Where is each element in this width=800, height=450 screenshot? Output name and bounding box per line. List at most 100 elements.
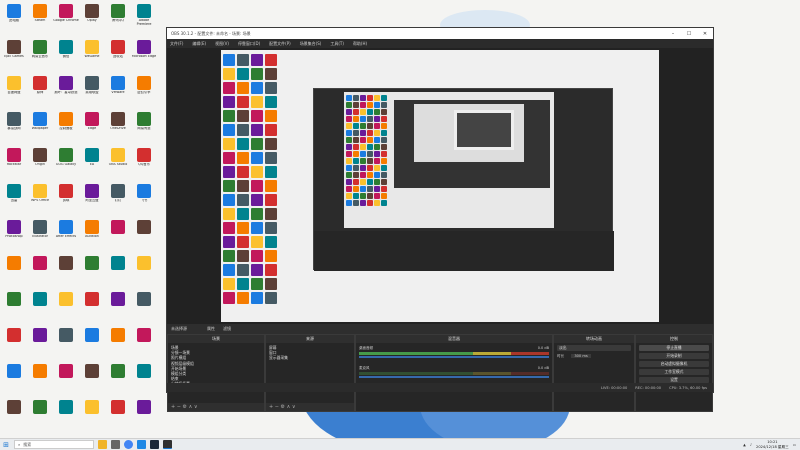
desktop-shortcut[interactable] (2, 326, 26, 359)
desktop-shortcut[interactable] (80, 254, 104, 287)
desktop-shortcut[interactable] (2, 254, 26, 287)
desktop-shortcut[interactable]: 原神 (28, 74, 52, 107)
desktop-shortcut[interactable] (28, 362, 52, 395)
taskbar-app-icon[interactable] (98, 440, 107, 449)
desktop-shortcut[interactable]: Edge (80, 110, 104, 143)
windows-start-icon[interactable]: ⊞ (0, 441, 12, 449)
desktop-shortcut[interactable] (106, 326, 130, 359)
desktop-shortcut[interactable]: 飞书 (132, 182, 156, 215)
desktop-shortcut[interactable]: 网易云音乐 (28, 38, 52, 71)
system-clock[interactable]: 10:21 2024/12/18 星期三 (756, 440, 789, 448)
properties-button[interactable]: 属性 (207, 326, 215, 332)
desktop-shortcut[interactable]: 控制面板 (54, 110, 78, 143)
desktop-shortcut[interactable]: Google Chrome (53, 2, 79, 35)
desktop-shortcut[interactable] (28, 326, 52, 359)
taskbar-search-box[interactable]: ⌕ 搜索 (14, 440, 94, 449)
task-view-icon[interactable] (111, 440, 120, 449)
desktop-shortcut[interactable]: GOG Galaxy (54, 146, 78, 179)
desktop-shortcut[interactable] (132, 218, 156, 251)
duration-input[interactable]: 300 ms (571, 354, 591, 358)
desktop-shortcut[interactable] (54, 362, 78, 395)
stop-streaming-button[interactable]: 停止直播 (639, 345, 709, 351)
desktop-shortcut[interactable]: Illustrator (28, 218, 52, 251)
desktop-shortcut[interactable]: WeGame (80, 38, 104, 71)
desktop-shortcut[interactable] (2, 398, 26, 431)
desktop-shortcut[interactable]: 百度网盘 (2, 74, 26, 107)
desktop-shortcut[interactable] (2, 362, 26, 395)
desktop-shortcut[interactable]: After Effects (54, 218, 78, 251)
volume-slider[interactable] (359, 356, 549, 358)
desktop-shortcut[interactable] (132, 326, 156, 359)
desktop-shortcut[interactable]: Adobe Premiere (132, 2, 156, 35)
desktop-shortcut[interactable]: 英雄联盟 (80, 74, 104, 107)
scenes-dock-toolbar[interactable]: + − ⚙ ∧ ∨ (168, 403, 264, 411)
minimize-icon[interactable]: – (665, 31, 681, 37)
obs-title-bar[interactable]: OBS 30.1.2 - 配置文件: 未命名 - 场景: 场景 – ☐ ✕ (167, 28, 713, 39)
desktop-shortcut[interactable] (132, 254, 156, 287)
desktop-shortcut[interactable]: 迅雷 (2, 182, 26, 215)
notification-icon[interactable]: ▭ (793, 443, 796, 447)
close-icon[interactable]: ✕ (697, 31, 713, 37)
desktop-shortcut[interactable]: OneDrive (106, 110, 130, 143)
desktop-shortcut[interactable] (28, 254, 52, 287)
steam-icon[interactable] (150, 440, 159, 449)
desktop-shortcut[interactable] (132, 398, 156, 431)
menu-edit[interactable]: 编辑(E) (192, 41, 206, 47)
start-recording-button[interactable]: 开始录制 (639, 353, 709, 359)
source-item[interactable]: 显示器采集 (269, 355, 351, 360)
desktop-shortcut[interactable] (80, 398, 104, 431)
desktop-shortcut[interactable] (80, 290, 104, 323)
menu-file[interactable]: 文件(F) (170, 41, 183, 47)
desktop-shortcut[interactable]: Uplay (80, 2, 104, 35)
desktop-shortcut[interactable]: VMware (106, 74, 130, 107)
desktop-shortcut[interactable] (106, 362, 130, 395)
desktop-shortcut[interactable]: Epic Games (2, 38, 26, 71)
desktop-shortcut[interactable] (54, 326, 78, 359)
maximize-icon[interactable]: ☐ (681, 31, 697, 37)
desktop-shortcut[interactable]: Steam (28, 2, 52, 35)
desktop-shortcut[interactable] (2, 290, 26, 323)
menu-docks[interactable]: 停靠窗口(D) (238, 41, 260, 47)
desktop-shortcut[interactable]: 钉钉 (106, 182, 130, 215)
desktop-shortcut[interactable]: QQ音乐 (132, 146, 156, 179)
desktop-shortcut[interactable] (28, 290, 52, 323)
edge-icon[interactable] (137, 440, 146, 449)
desktop-shortcut[interactable]: Wallpaper (28, 110, 52, 143)
desktop-shortcut[interactable] (54, 254, 78, 287)
desktop-shortcut[interactable]: EA (80, 146, 104, 179)
desktop-shortcut[interactable] (106, 398, 130, 431)
desktop-shortcut[interactable] (80, 326, 104, 359)
menu-tools[interactable]: 工具(T) (330, 41, 344, 47)
desktop-shortcut[interactable]: Photoshop (2, 218, 26, 251)
desktop-shortcut[interactable] (132, 290, 156, 323)
menu-scene-collection[interactable]: 场景集合(S) (300, 41, 322, 47)
filters-button[interactable]: 滤镜 (223, 326, 231, 332)
network-icon[interactable]: ▲ (743, 443, 746, 447)
desktop-shortcut[interactable]: 暴雪战网 (2, 110, 26, 143)
desktop-shortcut[interactable] (54, 398, 78, 431)
desktop-shortcut[interactable] (106, 254, 130, 287)
desktop-shortcut[interactable] (28, 398, 52, 431)
desktop-shortcut[interactable]: Microsoft Edge (132, 38, 156, 71)
menu-profile[interactable]: 配置文件(P) (269, 41, 291, 47)
desktop-shortcut[interactable]: Rockstar (2, 146, 26, 179)
menu-help[interactable]: 帮助(H) (353, 41, 367, 47)
menu-view[interactable]: 视图(V) (215, 41, 229, 47)
desktop-shortcut[interactable]: WPS Office (28, 182, 52, 215)
desktop-shortcut[interactable] (54, 290, 78, 323)
desktop-shortcut[interactable] (106, 218, 130, 251)
volume-icon[interactable]: ♪ (750, 443, 752, 447)
desktop-shortcut[interactable] (132, 362, 156, 395)
desktop-shortcut[interactable]: 此电脑 (2, 2, 26, 35)
desktop-shortcut[interactable]: 回收站 (106, 38, 130, 71)
virtual-camera-button[interactable]: 启动虚拟摄像机 (639, 361, 709, 367)
desktop-shortcut[interactable]: OBS Studio (106, 146, 130, 179)
desktop-shortcut[interactable] (106, 290, 130, 323)
canvas-preview[interactable] (221, 50, 659, 322)
desktop-shortcut[interactable]: 微信 (54, 38, 78, 71)
studio-mode-button[interactable]: 工作室模式 (639, 369, 709, 375)
desktop-shortcut[interactable]: 网易有道 (132, 110, 156, 143)
desktop-shortcut[interactable]: Audition (80, 218, 104, 251)
obs-taskbar-icon[interactable] (163, 440, 172, 449)
volume-slider[interactable] (359, 376, 549, 378)
